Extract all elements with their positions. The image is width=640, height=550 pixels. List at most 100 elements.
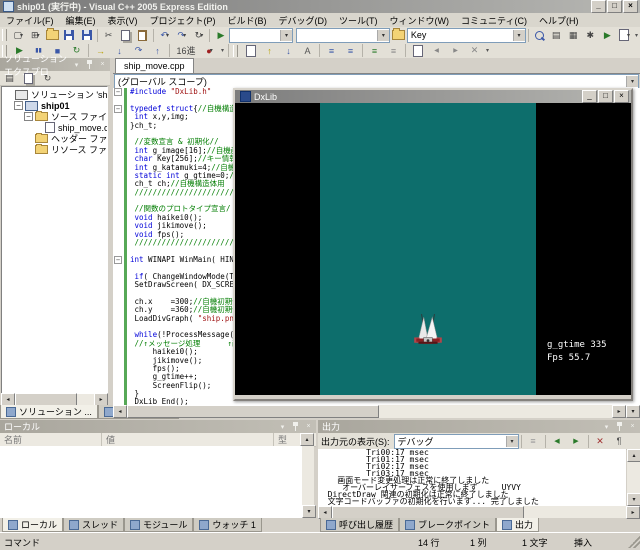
find-in-files-button[interactable]	[530, 27, 547, 44]
redo-button[interactable]: ↷ ▾	[173, 27, 190, 44]
close-icon[interactable]: ×	[97, 59, 108, 70]
save-all-button[interactable]	[78, 27, 95, 44]
solution-explorer-button[interactable]: ▶	[599, 27, 616, 44]
tab-ソリューション ...[interactable]: ソリューション ...	[0, 405, 98, 419]
tab-ウォッチ 1[interactable]: ウォッチ 1	[193, 518, 262, 532]
locals-scroll-up[interactable]: ▴	[300, 433, 314, 446]
show-all-files-icon[interactable]	[19, 70, 38, 87]
toolbar-overflow-chevron[interactable]: ▾	[635, 32, 638, 39]
properties-icon[interactable]: ▤	[0, 70, 19, 87]
window-position-icon[interactable]: ▾	[601, 421, 612, 432]
menu-item[interactable]: ヘルプ(H)	[533, 13, 585, 28]
tab-呼び出し履歴[interactable]: 呼び出し履歴	[320, 518, 400, 532]
maximize-button[interactable]: □	[607, 0, 622, 13]
menu-item[interactable]: プロジェクト(P)	[144, 13, 222, 28]
tab-出力[interactable]: 出力	[496, 518, 540, 532]
game-maximize-button[interactable]: □	[598, 90, 613, 103]
properties-window-button[interactable]: ▤	[548, 27, 565, 44]
editor-hscrollbar[interactable]: ◂ ▸	[113, 405, 626, 418]
output-log[interactable]: Tri00:17 msec Tri01:17 msec Tri02:17 mse…	[318, 449, 626, 506]
breakpoints-window-button[interactable]: ● ▾	[200, 42, 219, 59]
menu-item[interactable]: 表示(V)	[102, 13, 144, 28]
comment-button[interactable]: ≡	[365, 42, 384, 59]
show-next-statement-button[interactable]: →	[91, 42, 110, 59]
tree-item-ソース ファイル[interactable]: −ソース ファイル	[2, 111, 107, 122]
step-over-button[interactable]: ↷	[129, 42, 148, 59]
window-titlebar[interactable]: ship01 (実行中) - Visual C++ 2005 Express E…	[0, 0, 640, 13]
scope-dropdown[interactable]: (グローバル スコープ) ▾	[114, 73, 639, 89]
goto-message-button[interactable]: ≡	[524, 433, 543, 450]
add-item-button[interactable]: ⊞ ▾	[27, 27, 44, 44]
word-wrap-button[interactable]: ¶	[610, 433, 629, 450]
cut-button[interactable]: ✂	[100, 27, 117, 44]
toolbar-overflow-chevron[interactable]: ▾	[486, 47, 489, 54]
display-objects-button[interactable]	[241, 42, 260, 59]
menu-item[interactable]: ウィンドウ(W)	[384, 13, 456, 28]
solution-tree-hscrollbar[interactable]: ◂ ▸	[1, 393, 108, 406]
tree-item-リソース ファイル[interactable]: リソース ファイル	[2, 144, 107, 155]
paste-button[interactable]	[134, 27, 151, 44]
toolbar-grip[interactable]	[233, 44, 239, 57]
open-file-button[interactable]	[44, 27, 61, 44]
tree-item-ソリューション 'ship01' (1 プロジ[interactable]: ソリューション 'ship01' (1 プロジ	[2, 89, 107, 100]
new-project-button[interactable]: ▢ ▾	[10, 27, 27, 44]
select-tool-button[interactable]: ↓	[279, 42, 298, 59]
locals-titlebar[interactable]: ローカル ▾ ×	[0, 420, 316, 433]
window-position-icon[interactable]: ▾	[277, 421, 288, 432]
output-hscrollbar[interactable]: ◂ ▸	[318, 505, 640, 519]
menu-item[interactable]: ファイル(F)	[0, 13, 60, 28]
save-button[interactable]	[61, 27, 78, 44]
tab-スレッド[interactable]: スレッド	[63, 518, 125, 532]
step-into-button[interactable]: ↓	[110, 42, 129, 59]
auto-hide-pin-icon[interactable]	[84, 59, 95, 70]
close-icon[interactable]: ×	[627, 421, 638, 432]
editor-tab[interactable]: ship_move.cpp	[115, 58, 194, 73]
tab-ブレークポイント[interactable]: ブレークポイント	[399, 518, 497, 532]
copy-button[interactable]	[117, 27, 134, 44]
other-windows-button[interactable]: ▾	[616, 27, 633, 44]
game-minimize-button[interactable]: _	[582, 90, 597, 103]
locals-vscrollbar[interactable]: ▾	[302, 446, 316, 518]
bookmark-button[interactable]	[408, 42, 427, 59]
options-button[interactable]: ✱	[582, 27, 599, 44]
font-button[interactable]: A	[298, 42, 317, 59]
auto-hide-pin-icon[interactable]	[614, 421, 625, 432]
bookmark-prev-button[interactable]: ◀	[427, 42, 446, 59]
menu-item[interactable]: 編集(E)	[60, 13, 102, 28]
window-position-icon[interactable]: ▾	[71, 59, 82, 70]
expander-icon[interactable]: −	[24, 112, 33, 121]
auto-hide-pin-icon[interactable]	[290, 421, 301, 432]
uncomment-button[interactable]: ≡	[384, 42, 403, 59]
navigate-button[interactable]: ↻ ▾	[190, 27, 207, 44]
game-close-button[interactable]: ×	[614, 90, 629, 103]
menu-item[interactable]: デバッグ(D)	[273, 13, 334, 28]
hex-display-button[interactable]: 16進	[172, 42, 200, 59]
pointer-button[interactable]: ↑	[260, 42, 279, 59]
toolbar-grip[interactable]	[2, 29, 7, 41]
step-out-button[interactable]: ↑	[148, 42, 167, 59]
column-name[interactable]: 名前	[0, 433, 102, 446]
bookmark-clear-button[interactable]: ✕	[465, 42, 484, 59]
bookmark-next-button[interactable]: ▶	[446, 42, 465, 59]
tab-ローカル[interactable]: ローカル	[2, 518, 64, 532]
toolbox-button[interactable]: ▦	[565, 27, 582, 44]
game-window[interactable]: DxLib _ □ × g_gtime 335 Fps 55.7	[233, 88, 633, 401]
minimize-button[interactable]: _	[591, 0, 606, 13]
solution-tree[interactable]: ソリューション 'ship01' (1 プロジ−ship01−ソース ファイルs…	[1, 86, 108, 394]
menu-item[interactable]: ビルド(B)	[222, 13, 273, 28]
toolbar-overflow-chevron[interactable]: ▾	[221, 47, 224, 54]
platform-combo[interactable]: ▾	[296, 27, 390, 43]
locals-grid[interactable]	[0, 446, 302, 518]
output-source-dropdown[interactable]: デバッグ ▾	[393, 433, 519, 449]
menu-item[interactable]: コミュニティ(C)	[455, 13, 533, 28]
clear-all-button[interactable]: ✕	[591, 433, 610, 450]
resize-grip[interactable]	[628, 536, 640, 548]
menu-item[interactable]: ツール(T)	[333, 13, 384, 28]
output-vscrollbar[interactable]: ▴ ▾	[627, 449, 640, 506]
column-type[interactable]: 型	[274, 433, 300, 446]
start-debug-button[interactable]: ▶	[212, 27, 229, 44]
output-titlebar[interactable]: 出力 ▾ ×	[318, 420, 640, 433]
close-icon[interactable]: ×	[303, 421, 314, 432]
config-combo[interactable]: ▾	[229, 27, 294, 43]
undo-button[interactable]: ↶ ▾	[156, 27, 173, 44]
